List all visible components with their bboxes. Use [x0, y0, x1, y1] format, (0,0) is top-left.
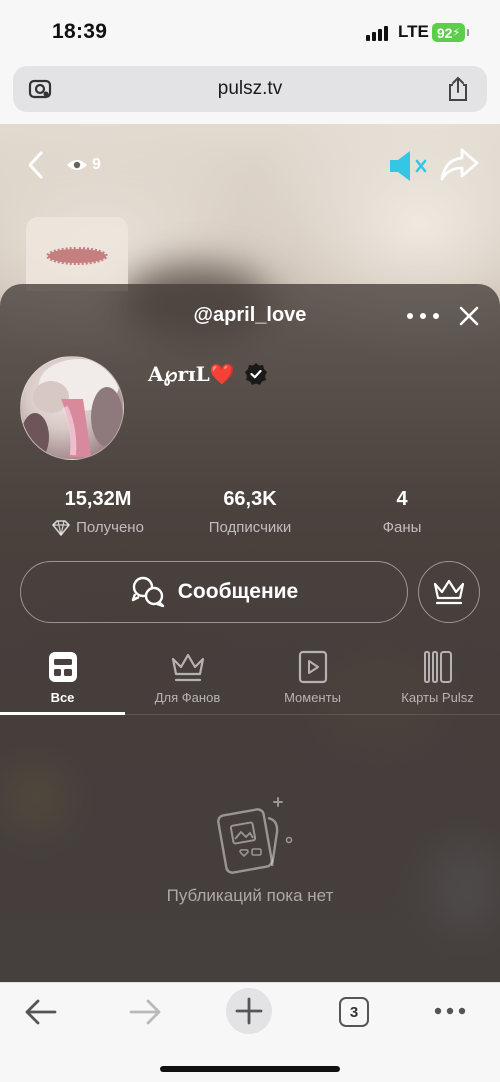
network-type: LTE [398, 22, 429, 41]
empty-state-text: Публикаций пока нет [166, 886, 334, 905]
url-text[interactable]: pulsz.tv [13, 78, 487, 100]
previous-video-thumbnail[interactable] [26, 217, 128, 291]
play-icon [298, 650, 327, 684]
plus-icon [235, 997, 263, 1025]
share-icon[interactable] [445, 75, 471, 103]
tab-label: Для Фанов [154, 690, 221, 705]
photo-cards-icon [217, 797, 293, 874]
cellular-signal-icon [366, 25, 390, 41]
tabs-overview-button[interactable]: 3 [339, 997, 369, 1027]
stat-label: Фаны [382, 519, 422, 536]
browser-back-icon[interactable] [24, 997, 58, 1027]
tab-label: Моменты [284, 690, 341, 705]
crown-icon [433, 579, 465, 605]
close-icon[interactable] [458, 305, 480, 327]
browser-forward-icon[interactable] [128, 997, 162, 1027]
profile-sheet: @april_love A℘rɪL❤️ 15,32M Получено 66,3… [0, 284, 500, 982]
tab-all[interactable]: Все [0, 646, 125, 716]
eye-icon [67, 160, 87, 170]
stat-received: 15,32M Получено [28, 488, 168, 536]
mute-icon[interactable] [388, 148, 428, 184]
battery-level: 92 [436, 24, 453, 41]
tab-label: Карты Pulsz [401, 690, 474, 705]
cards-icon [423, 651, 452, 683]
avatar-image [21, 359, 123, 459]
more-icon[interactable] [433, 1005, 467, 1017]
verified-badge-icon [245, 363, 267, 385]
address-bar[interactable]: pulsz.tv [13, 66, 487, 112]
content-tabs: Все Для Фанов Моменты Карты Pulsz [0, 646, 500, 716]
stat-label: Подписчики [208, 519, 292, 536]
browser-address-area: pulsz.tv [0, 64, 500, 124]
tab-for-fans[interactable]: Для Фанов [125, 646, 250, 716]
tabs-divider [0, 714, 500, 715]
crown-icon [171, 653, 204, 682]
display-name: A℘rɪL❤️ [148, 362, 235, 386]
status-bar: 18:39 LTE 92 ⚡ [0, 0, 500, 64]
tab-moments[interactable]: Моменты [250, 646, 375, 716]
chat-icon [131, 576, 164, 608]
forward-share-icon[interactable] [440, 146, 480, 182]
home-indicator [160, 1066, 340, 1072]
stat-fans[interactable]: 4 Фаны [332, 488, 472, 536]
diamond-icon [52, 519, 70, 536]
stat-value: 4 [396, 488, 408, 510]
tab-pulsz-cards[interactable]: Карты Pulsz [375, 646, 500, 716]
more-options-icon[interactable] [405, 306, 441, 326]
grid-icon [48, 652, 77, 682]
bracelet-image [46, 247, 108, 265]
stat-value: 66,3K [223, 488, 277, 510]
stat-value: 15,32M [64, 488, 132, 510]
view-count: 9 [92, 156, 101, 173]
new-tab-button[interactable] [226, 988, 272, 1034]
avatar[interactable] [20, 356, 124, 460]
message-button[interactable]: Сообщение [20, 561, 408, 623]
status-time: 18:39 [52, 20, 108, 43]
stat-followers[interactable]: 66,3K Подписчики [180, 488, 320, 536]
subscribe-crown-button[interactable] [418, 561, 480, 623]
back-icon[interactable] [24, 150, 48, 180]
stat-label: Получено [76, 519, 144, 536]
message-button-label: Сообщение [177, 580, 299, 603]
tab-label: Все [50, 690, 75, 705]
battery-icon: 92 ⚡ [432, 23, 469, 42]
